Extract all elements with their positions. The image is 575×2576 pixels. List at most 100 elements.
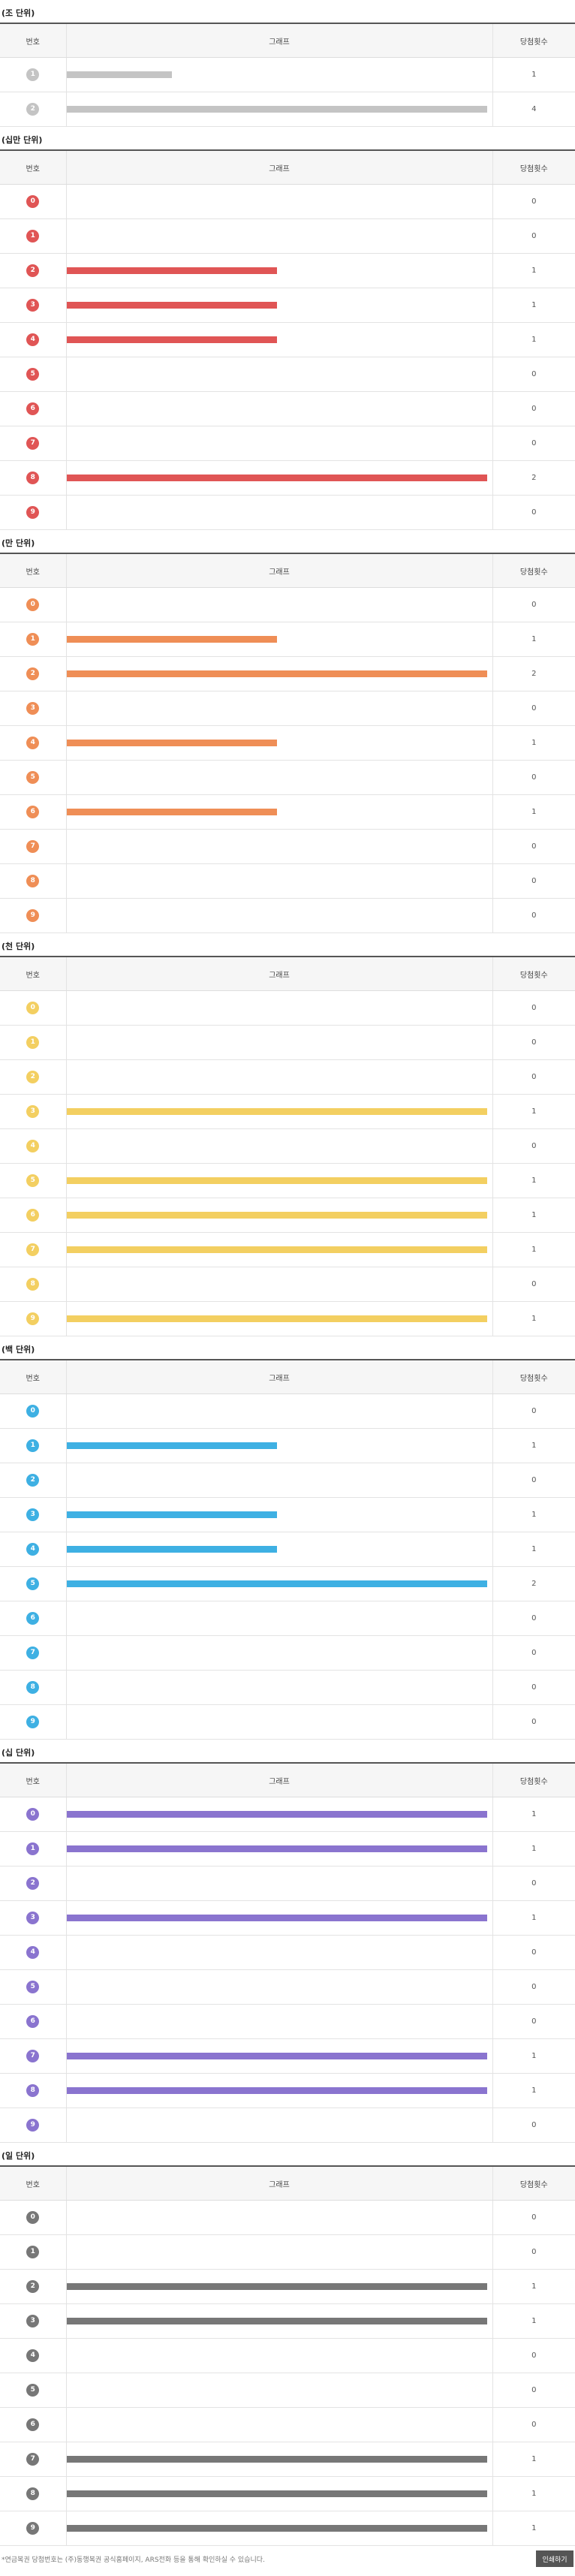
graph-cell (65, 1566, 492, 1601)
count-cell: 0 (492, 1463, 575, 1498)
graph-cell (65, 1232, 492, 1267)
count-cell: 0 (492, 1635, 575, 1671)
count-cell: 4 (492, 92, 575, 127)
digit-cell: 0 (0, 184, 66, 219)
table-row: 90 (0, 495, 575, 530)
count-cell: 1 (492, 2269, 575, 2304)
col-header-graph: 그래프 (65, 23, 492, 58)
digit-cell: 1 (0, 2234, 66, 2270)
bar-track (66, 1108, 492, 1115)
bar-track (67, 2249, 492, 2255)
table-row: 40 (0, 2338, 575, 2373)
digit-ball: 1 (26, 1439, 40, 1452)
table-row: 60 (0, 2004, 575, 2039)
count-cell: 1 (492, 1428, 575, 1463)
bar-track (67, 198, 492, 205)
digit-ball: 5 (26, 771, 40, 784)
digit-cell: 7 (0, 2442, 66, 2477)
table-row: 21 (0, 253, 575, 288)
bar-track (67, 1615, 492, 1622)
digit-cell: 9 (0, 2107, 66, 2143)
section-title: (백 단위) (2, 1345, 35, 1354)
digit-ball: 1 (26, 2246, 40, 2258)
digit-ball: 7 (26, 840, 40, 853)
digit-ball: 3 (26, 299, 40, 312)
frequency-bar (66, 2283, 487, 2290)
digit-cell: 9 (0, 1704, 66, 1740)
graph-cell (65, 1670, 492, 1705)
bar-track (67, 843, 492, 850)
digit-ball: 0 (26, 1405, 40, 1418)
digit-cell: 9 (0, 495, 66, 530)
col-header-number: 번호 (0, 150, 66, 185)
graph-cell (65, 990, 492, 1026)
bar-track (66, 475, 492, 481)
digit-ball: 9 (26, 2522, 40, 2535)
col-header-count: 당첨횟수 (492, 957, 575, 991)
digit-ball: 2 (26, 1877, 40, 1890)
digit-ball: 6 (26, 806, 40, 818)
digit-ball: 7 (26, 1243, 40, 1256)
table-row: 24 (0, 92, 575, 127)
table-row: 31 (0, 1900, 575, 1936)
footer: *연금복권 당첨번호는 (주)동행복권 공식홈페이지, ARS전화 등을 통해 … (0, 2546, 575, 2576)
digit-ball: 2 (26, 1071, 40, 1083)
digit-cell: 3 (0, 1900, 66, 1936)
table-row: 00 (0, 990, 575, 1026)
count-cell: 0 (492, 1393, 575, 1429)
digit-ball: 4 (26, 1140, 40, 1152)
graph-cell (65, 2234, 492, 2270)
count-cell: 0 (492, 691, 575, 726)
count-cell: 1 (492, 1094, 575, 1129)
graph-cell (65, 495, 492, 530)
count-cell: 0 (492, 1704, 575, 1740)
digit-ball: 2 (26, 1474, 40, 1487)
digit-cell: 9 (0, 1301, 66, 1336)
digit-cell: 6 (0, 2407, 66, 2442)
digit-ball: 7 (26, 437, 40, 450)
graph-cell (65, 622, 492, 657)
graph-cell (65, 2107, 492, 2143)
bar-track (66, 1845, 492, 1852)
count-cell: 0 (492, 426, 575, 461)
digit-cell: 4 (0, 322, 66, 357)
count-cell: 0 (492, 1866, 575, 1901)
graph-cell (65, 1301, 492, 1336)
digit-cell: 6 (0, 2004, 66, 2039)
digit-ball: 6 (26, 402, 40, 415)
digit-ball: 8 (26, 1278, 40, 1291)
count-cell: 1 (492, 725, 575, 761)
count-cell: 0 (492, 1969, 575, 2005)
digit-cell: 5 (0, 1566, 66, 1601)
table-row: 30 (0, 691, 575, 726)
table-row: 11 (0, 1831, 575, 1866)
count-cell: 0 (492, 1128, 575, 1164)
footer-note: *연금복권 당첨번호는 (주)동행복권 공식홈페이지, ARS전화 등을 통해 … (2, 2556, 265, 2564)
frequency-bar (66, 1845, 487, 1852)
digit-ball: 1 (26, 633, 40, 646)
graph-cell (65, 1831, 492, 1866)
count-cell: 0 (492, 2107, 575, 2143)
count-cell: 0 (492, 1935, 575, 1970)
digit-ball: 3 (26, 1508, 40, 1521)
digit-cell: 0 (0, 2200, 66, 2235)
digit-cell: 5 (0, 760, 66, 795)
bar-track (66, 1811, 492, 1818)
frequency-bar (66, 1511, 277, 1518)
count-cell: 0 (492, 1601, 575, 1636)
frequency-bar (66, 2318, 487, 2324)
table-row: 00 (0, 2200, 575, 2235)
table-row: 51 (0, 1163, 575, 1198)
bar-track (67, 1949, 492, 1956)
count-cell: 0 (492, 495, 575, 530)
bar-track (66, 2490, 492, 2497)
count-cell: 0 (492, 2200, 575, 2235)
digit-ball: 1 (26, 1842, 40, 1855)
graph-cell (65, 1393, 492, 1429)
table-row: 60 (0, 2407, 575, 2442)
table-row: 21 (0, 2269, 575, 2304)
digit-ball: 3 (26, 2315, 40, 2327)
digit-cell: 6 (0, 391, 66, 426)
count-cell: 2 (492, 460, 575, 496)
bar-track (67, 912, 492, 919)
